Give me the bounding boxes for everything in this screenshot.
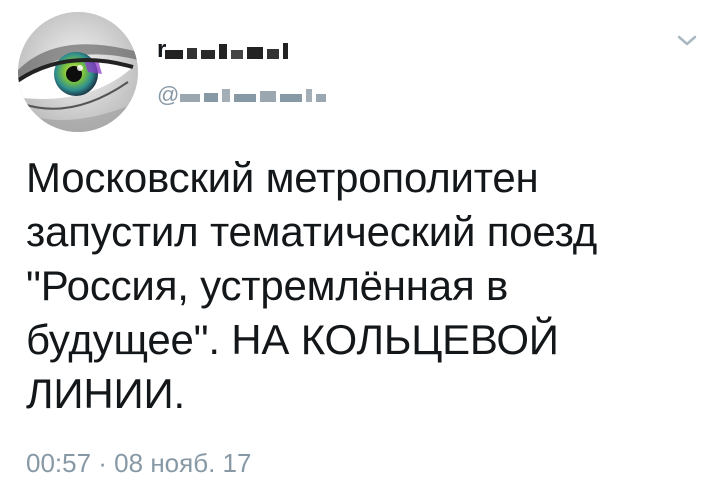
tweet-text: Московский метрополитен запустил тематич…: [26, 154, 598, 417]
timestamp[interactable]: 00:57 · 08 нояб. 17: [26, 448, 251, 479]
handle[interactable]: @: [157, 82, 179, 108]
redacted-name: [165, 43, 288, 59]
avatar[interactable]: [18, 12, 138, 132]
tweet-card: r @ Московский метрополитен запустил тем…: [0, 0, 720, 490]
chevron-down-icon[interactable]: [676, 33, 698, 49]
eye-avatar-icon: [18, 12, 138, 132]
redacted-handle: [180, 89, 326, 102]
